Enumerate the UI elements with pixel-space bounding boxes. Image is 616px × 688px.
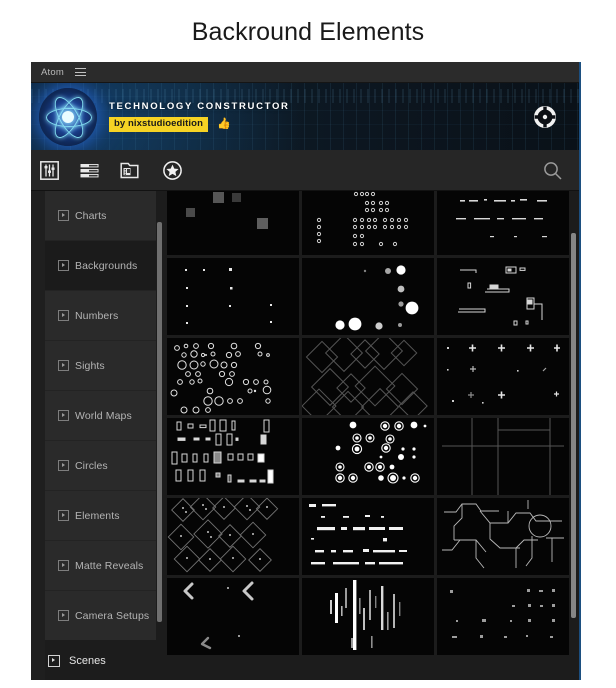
sidebar-item-circles[interactable]: Circles: [45, 441, 156, 491]
sidebar-item-label: Scenes: [69, 655, 106, 667]
category-arrow-icon: [58, 210, 69, 221]
thumbnail-cell[interactable]: [167, 338, 299, 415]
scenes-arrow-icon: [48, 655, 60, 667]
thumbnail-cell[interactable]: [167, 498, 299, 575]
sidebar-item-numbers[interactable]: Numbers: [45, 291, 156, 341]
thumbnail-cell[interactable]: [167, 418, 299, 495]
panel-body: Charts Backgrounds Numbers Sights World …: [31, 191, 579, 680]
scrollbar-thumb[interactable]: [157, 222, 162, 622]
scrollbar-thumb[interactable]: [571, 233, 576, 618]
sidebar-item-matte-reveals[interactable]: Matte Reveals: [45, 541, 156, 591]
thumbnail-cell[interactable]: [167, 258, 299, 335]
thumbnail-cell[interactable]: [167, 191, 299, 255]
grid-scrollbar[interactable]: [569, 191, 579, 680]
page-title: Backround Elements: [0, 0, 616, 50]
hamburger-menu-icon[interactable]: [75, 66, 86, 78]
thumbnail-cell[interactable]: [437, 258, 569, 335]
sidebar-item-label: Matte Reveals: [75, 560, 143, 572]
sidebar-item-label: Elements: [75, 510, 120, 522]
main-toolbar: [31, 150, 579, 191]
thumbnail-cell[interactable]: [437, 191, 569, 255]
category-arrow-icon: [58, 360, 69, 371]
category-arrow-icon: [58, 410, 69, 421]
sidebar-item-world-maps[interactable]: World Maps: [45, 391, 156, 441]
window-title: Atom: [41, 67, 64, 78]
sidebar-item-label: Sights: [75, 360, 105, 372]
thumbs-up-icon[interactable]: 👍: [217, 119, 231, 130]
thumbnail-cell[interactable]: [437, 338, 569, 415]
thumbnail-cell[interactable]: [437, 498, 569, 575]
thumbnail-cell[interactable]: [302, 578, 434, 655]
thumbnail-cell[interactable]: [437, 418, 569, 495]
sidebar-scrollbar[interactable]: [156, 191, 165, 680]
sidebar-item-scenes[interactable]: Scenes: [45, 640, 156, 680]
category-sidebar: Charts Backgrounds Numbers Sights World …: [45, 191, 156, 680]
sliders-settings-icon[interactable]: [40, 161, 59, 180]
category-arrow-icon: [58, 460, 69, 471]
category-arrow-icon: [58, 310, 69, 321]
thumbnail-cell[interactable]: [302, 338, 434, 415]
left-gutter: [31, 191, 45, 680]
sidebar-item-charts[interactable]: Charts: [45, 191, 156, 241]
sidebar-item-elements[interactable]: Elements: [45, 491, 156, 541]
product-banner: TECHNOLOGY CONSTRUCTOR by nixstudioediti…: [31, 83, 579, 150]
thumbnail-cell[interactable]: [302, 191, 434, 255]
thumbnail-cell[interactable]: [437, 578, 569, 655]
thumbnail-cell[interactable]: [167, 578, 299, 655]
star-favorites-icon[interactable]: [163, 161, 182, 180]
thumbnail-grid: [165, 191, 569, 680]
sidebar-item-label: Camera Setups: [75, 610, 149, 622]
category-arrow-icon: [58, 610, 69, 621]
category-arrow-icon: [58, 260, 69, 271]
product-title: TECHNOLOGY CONSTRUCTOR: [109, 101, 290, 112]
sidebar-item-sights[interactable]: Sights: [45, 341, 156, 391]
sidebar-item-backgrounds[interactable]: Backgrounds: [45, 241, 156, 291]
sidebar-item-label: World Maps: [75, 410, 132, 422]
list-layers-icon[interactable]: [80, 161, 99, 180]
media-folder-icon[interactable]: [120, 161, 139, 180]
category-arrow-icon: [58, 510, 69, 521]
sidebar-item-label: Numbers: [75, 310, 118, 322]
app-window: Atom TECHNOLOGY CONSTRUCTOR by nixstudio…: [31, 62, 581, 680]
thumbnail-cell[interactable]: [302, 418, 434, 495]
sidebar-item-label: Circles: [75, 460, 108, 472]
thumbnail-cell[interactable]: [302, 258, 434, 335]
search-icon[interactable]: [543, 161, 562, 180]
lifesaver-help-icon[interactable]: [534, 106, 556, 128]
thumbnail-cell[interactable]: [302, 498, 434, 575]
atom-logo-icon: [39, 88, 97, 146]
sidebar-item-label: Charts: [75, 210, 107, 222]
category-arrow-icon: [58, 560, 69, 571]
window-titlebar: Atom: [31, 62, 579, 83]
author-badge[interactable]: by nixstudioedition: [109, 117, 208, 132]
sidebar-item-label: Backgrounds: [75, 260, 137, 272]
sidebar-item-camera-setups[interactable]: Camera Setups: [45, 591, 156, 641]
